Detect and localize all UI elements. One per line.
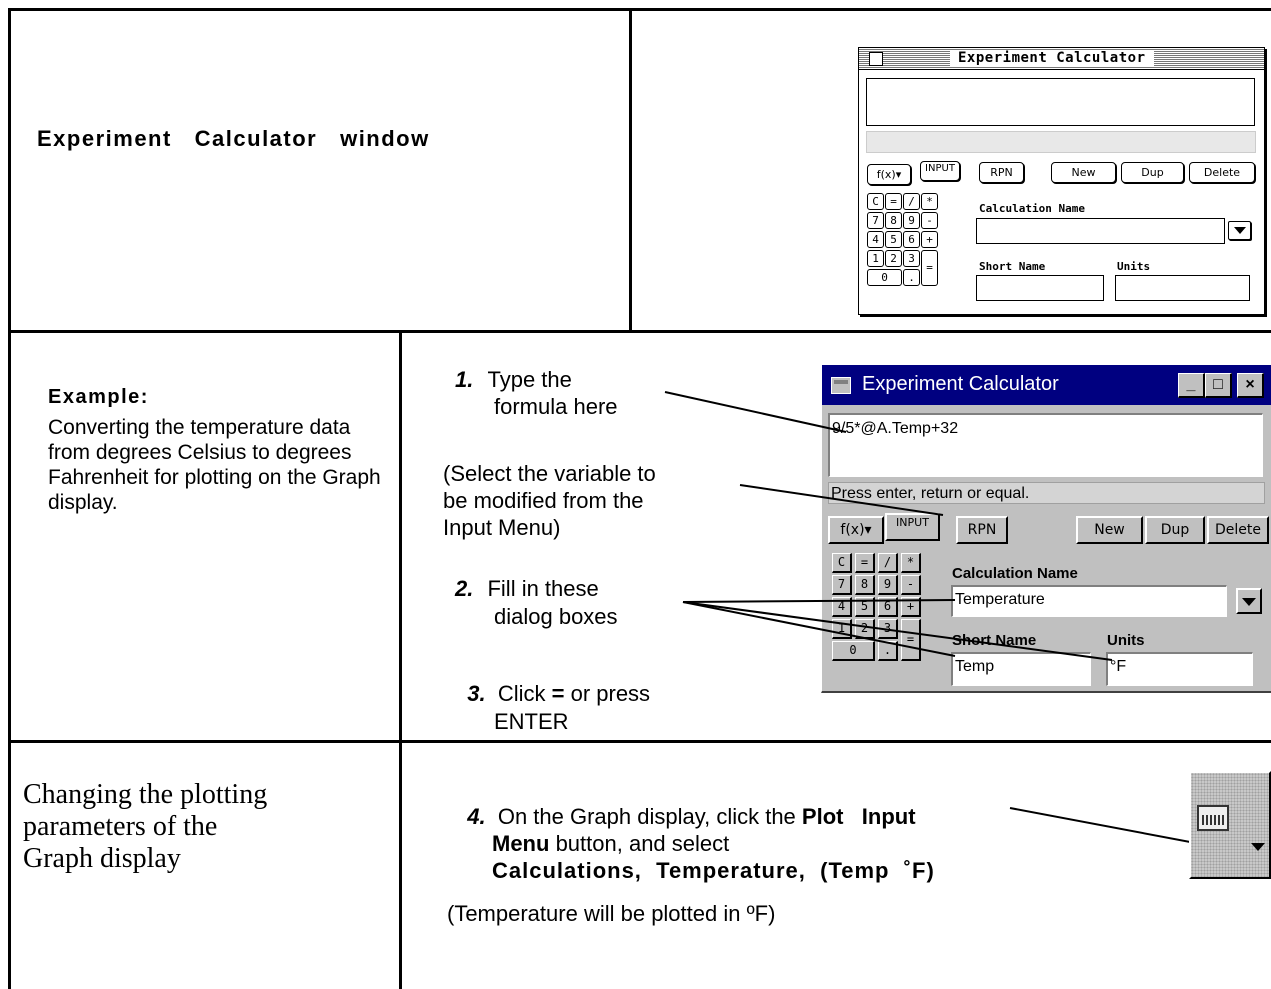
step4-number: 4.: [467, 804, 486, 829]
callout-calc-name: [682, 599, 956, 603]
step4-text-mid: button, and select: [549, 831, 730, 856]
step4-menu: Menu: [492, 831, 550, 856]
callout-short-name: [682, 601, 956, 657]
plot-input-menu-button[interactable]: [1189, 771, 1271, 879]
row3-heading: Changing the plotting parameters of the …: [23, 779, 267, 875]
callout-units: [682, 601, 1113, 661]
row3-heading-line3: Graph display: [23, 843, 181, 874]
step4-selection: Calculations, Temperature, (Temp ˚F): [492, 858, 935, 883]
calculator-icon: [1197, 805, 1229, 831]
dropdown-arrow-icon: [1251, 843, 1265, 851]
step4-text-pre: On the Graph display, click the: [497, 804, 802, 829]
step4: 4. On the Graph display, click the Plot …: [455, 776, 1155, 884]
row3-heading-line1: Changing the plotting: [23, 779, 268, 810]
callout-input-menu: [739, 484, 944, 516]
step4-plot-input: Plot Input: [801, 804, 916, 829]
plot-note: (Temperature will be plotted in ºF): [447, 901, 776, 926]
row3-heading-line2: parameters of the: [23, 811, 218, 842]
callout-formula: [664, 391, 847, 433]
